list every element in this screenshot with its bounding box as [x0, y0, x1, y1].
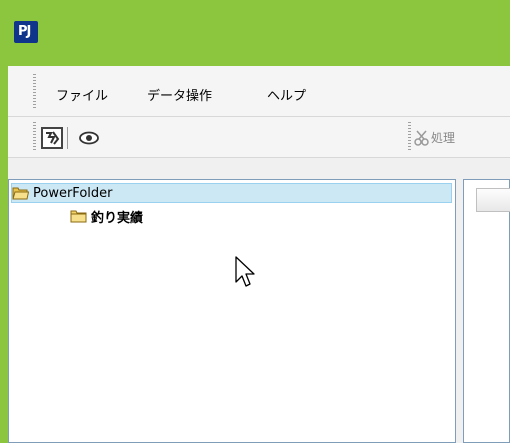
menu-help[interactable]: ヘルプ [267, 85, 306, 104]
detail-pane[interactable] [463, 179, 510, 443]
tree-item-label: 釣り実績 [91, 210, 144, 226]
toolbar: 処理 [8, 117, 510, 158]
tree-item-label: PowerFolder [33, 185, 113, 201]
menu-file[interactable]: ファイル [56, 85, 108, 104]
open-folder-icon [12, 187, 29, 200]
scissors-icon[interactable] [414, 127, 430, 149]
tree-item-powerfolder[interactable]: PowerFolder [11, 183, 452, 203]
mouse-cursor-icon [235, 256, 255, 287]
tree-item-fishing-results[interactable]: 釣り実績 [70, 206, 143, 226]
toolbar-grip-2[interactable] [408, 122, 411, 152]
process-button-label[interactable]: 処理 [431, 129, 455, 146]
eye-icon[interactable] [78, 127, 100, 149]
menubar-grip[interactable] [33, 74, 36, 108]
toolbar-grip[interactable] [33, 122, 36, 152]
folder-icon [70, 210, 87, 223]
title-bar[interactable]: PJ [0, 0, 510, 66]
column-header[interactable] [476, 188, 510, 212]
folder-tree[interactable]: PowerFolder 釣り実績 [8, 179, 456, 443]
image-frame-icon[interactable] [41, 127, 63, 149]
app-logo-icon: PJ [14, 21, 38, 43]
menu-bar: ファイル データ操作 ヘルプ [8, 66, 510, 117]
toolbar-separator [67, 127, 68, 149]
main-window: ファイル データ操作 ヘルプ 処理 PowerFolder 釣り実績 [8, 66, 510, 443]
menu-data-operation[interactable]: データ操作 [147, 85, 212, 104]
